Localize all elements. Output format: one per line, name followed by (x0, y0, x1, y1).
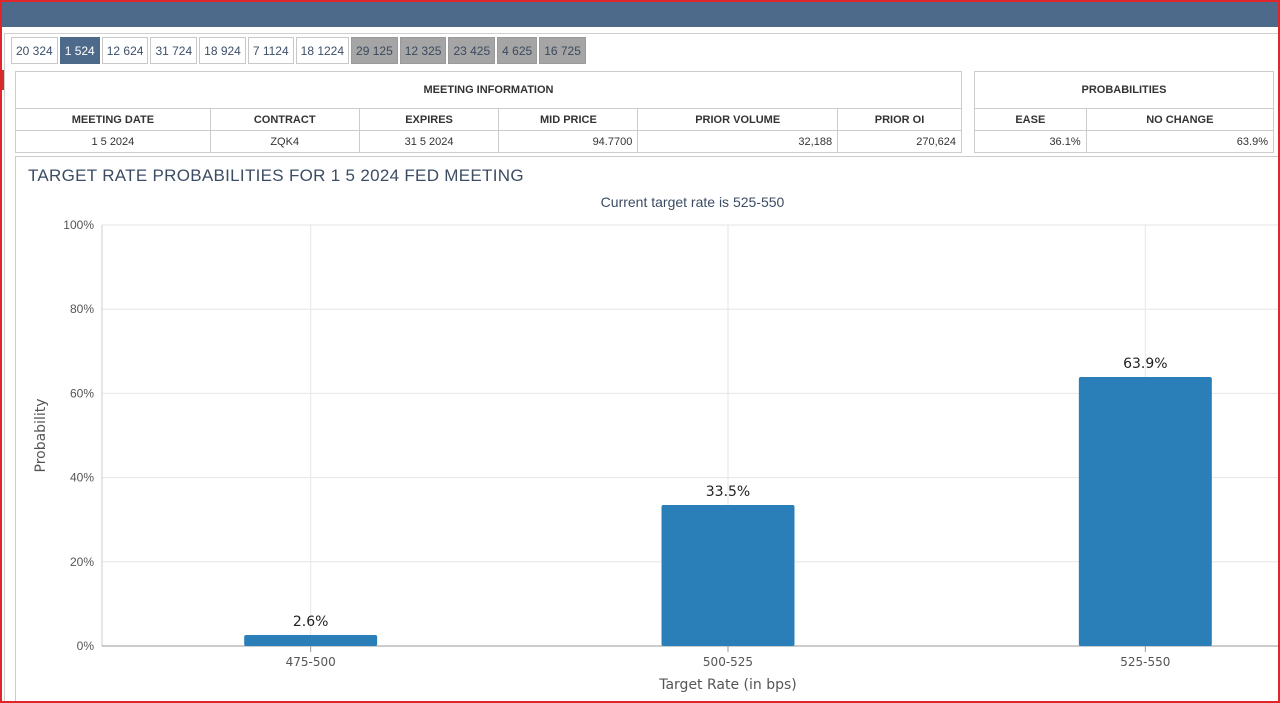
table-row: 1 5 2024 ZQK4 31 5 2024 94.7700 32,188 2… (15, 130, 962, 153)
cell-mid-price: 94.7700 (498, 130, 639, 153)
cell-expires: 31 5 2024 (358, 130, 500, 153)
meeting-information-header: MEETING INFORMATION (15, 71, 962, 109)
col-expires: EXPIRES (358, 108, 500, 131)
data-label: 63.9% (1123, 356, 1167, 372)
tab-meeting-8[interactable]: 12 325 (399, 37, 447, 64)
probabilities-table: PROBABILITIES EASE NO CHANGE 36.1% 63.9% (974, 71, 1275, 153)
tab-meeting-3[interactable]: 31 724 (150, 37, 198, 64)
cell-prior-oi: 270,624 (837, 130, 962, 153)
data-label: 33.5% (706, 484, 750, 500)
top-bar (0, 0, 1280, 27)
col-mid-price: MID PRICE (498, 108, 639, 131)
cell-ease: 36.1% (974, 130, 1087, 153)
cell-contract: ZQK4 (209, 130, 360, 153)
y-tick-label: 0% (77, 639, 95, 653)
cell-no-change: 63.9% (1085, 130, 1275, 153)
tab-meeting-9[interactable]: 23 425 (448, 37, 496, 64)
col-prior-volume: PRIOR VOLUME (637, 108, 839, 131)
y-tick-label: 60% (70, 386, 94, 400)
bar-525-550 (1078, 376, 1212, 646)
y-tick-label: 100% (63, 218, 94, 232)
probabilities-header: PROBABILITIES (974, 71, 1274, 109)
col-contract: CONTRACT (209, 108, 360, 131)
x-axis-title: Target Rate (in bps) (658, 677, 797, 693)
tab-meeting-6[interactable]: 18 1224 (295, 37, 350, 64)
tab-meeting-0[interactable]: 20 324 (11, 37, 58, 64)
col-meeting-date: MEETING DATE (15, 108, 211, 131)
col-no-change: NO CHANGE (1085, 108, 1275, 131)
x-tick-label: 500-525 (703, 655, 753, 669)
y-tick-label: 20% (70, 555, 94, 569)
col-prior-oi: PRIOR OI (837, 108, 962, 131)
col-ease: EASE (974, 108, 1087, 131)
data-label: 2.6% (293, 614, 329, 630)
x-tick-label: 475-500 (286, 655, 336, 669)
tab-meeting-11[interactable]: 16 725 (539, 37, 586, 64)
bar-chart: 0% 20% 40% 60% 80% 100% 2.6% 475-500 33.5% 500-52… (33, 218, 1280, 693)
cell-meeting-date: 1 5 2024 (15, 130, 211, 153)
table-row: 36.1% 63.9% (974, 130, 1275, 153)
chart-panel: TARGET RATE PROBABILITIES FOR 1 5 2024 F… (15, 156, 1280, 703)
tab-meeting-1[interactable]: 1 524 (59, 37, 100, 64)
meeting-date-tabs: 20 324 1 524 12 624 31 724 18 924 7 1124… (11, 37, 586, 65)
bar-475-500 (244, 635, 378, 646)
tab-meeting-2[interactable]: 12 624 (101, 37, 149, 64)
x-tick-label: 525-550 (1120, 655, 1170, 669)
tab-meeting-4[interactable]: 18 924 (199, 37, 246, 64)
cell-prior-volume: 32,188 (637, 130, 839, 153)
bar-500-525 (661, 504, 795, 646)
tab-meeting-7[interactable]: 29 125 (351, 37, 398, 64)
tab-meeting-10[interactable]: 4 625 (497, 37, 538, 64)
meeting-information-table: MEETING INFORMATION MEETING DATE CONTRAC… (15, 71, 962, 153)
y-axis-title: Probability (33, 398, 49, 472)
y-tick-label: 40% (70, 471, 94, 485)
tab-meeting-5[interactable]: 7 1124 (247, 37, 294, 64)
y-tick-label: 80% (70, 302, 94, 316)
